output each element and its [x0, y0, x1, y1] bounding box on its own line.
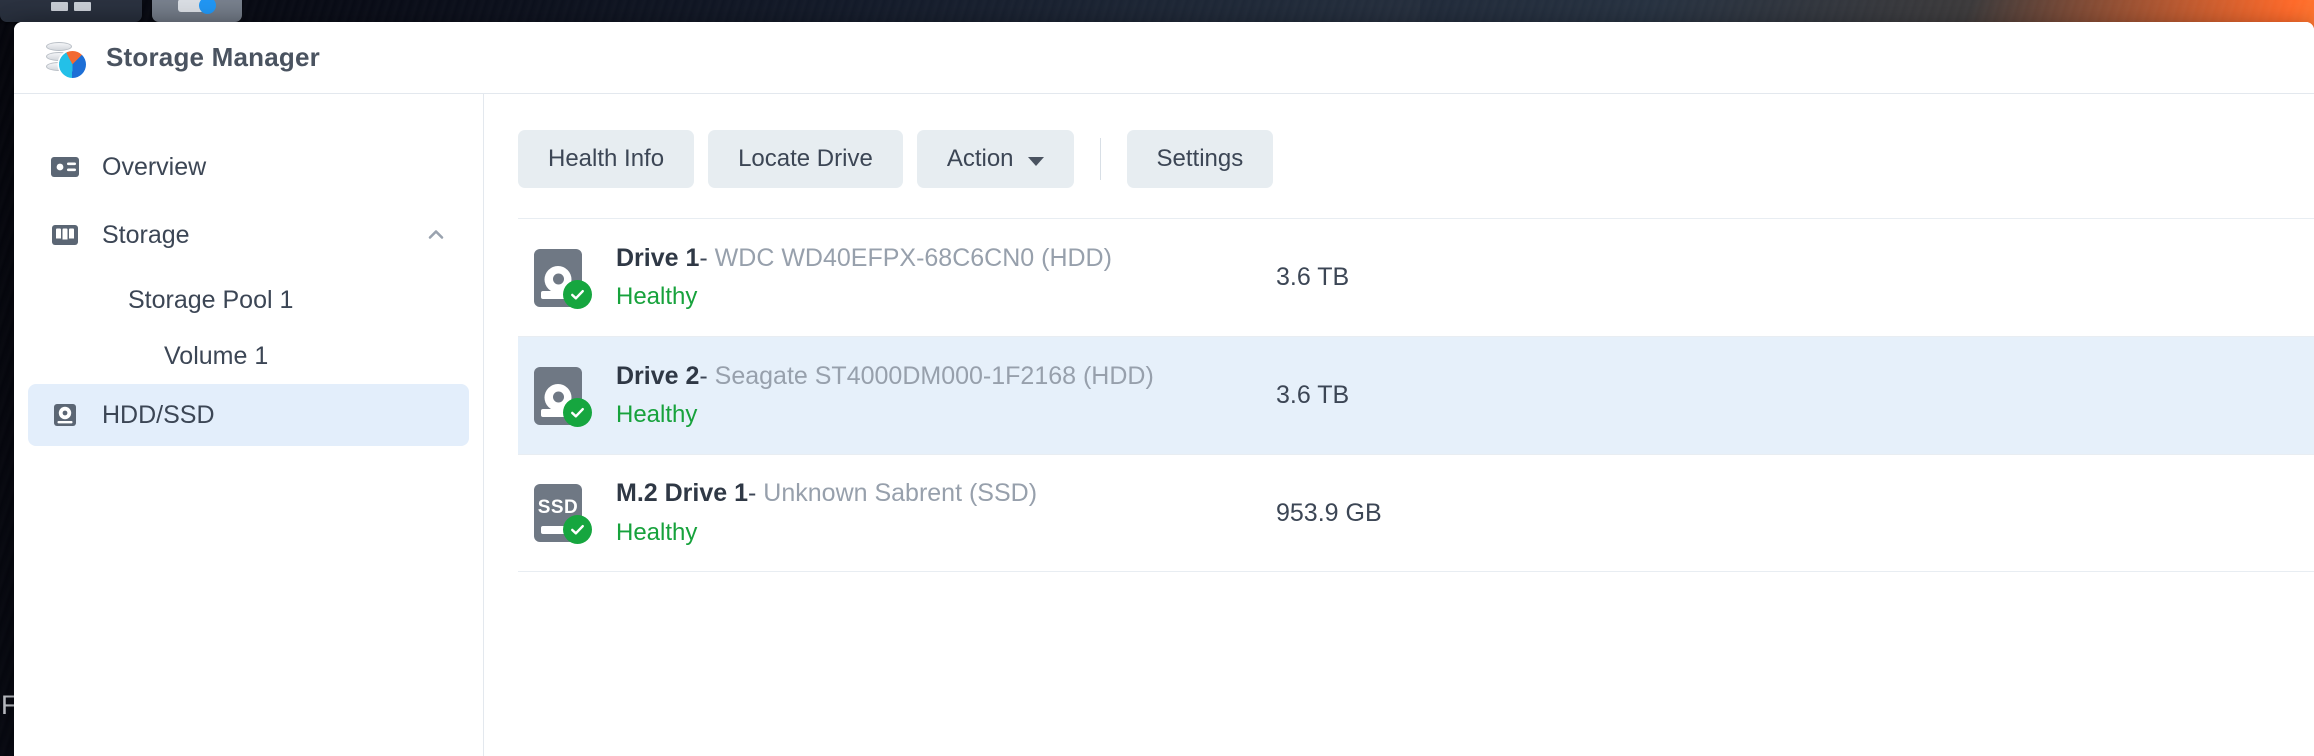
drive-title: M.2 Drive 1- Unknown Sabrent (SSD) — [616, 479, 1037, 507]
table-row[interactable]: Drive 1- WDC WD40EFPX-68C6CN0 (HDD) Heal… — [518, 218, 2314, 336]
drive-name: Drive 1 — [616, 243, 700, 272]
sidebar-subitem-label: Storage Pool 1 — [128, 285, 294, 314]
table-row[interactable]: Drive 2- Seagate ST4000DM000-1F2168 (HDD… — [518, 336, 2314, 454]
drive-separator: - — [699, 243, 708, 272]
storage-manager-tile-icon — [178, 0, 216, 14]
drive-info: M.2 Drive 1- Unknown Sabrent (SSD) Healt… — [616, 478, 1276, 547]
sidebar-item-label: HDD/SSD — [102, 400, 215, 429]
health-info-button[interactable]: Health Info — [518, 130, 695, 188]
drive-capacity: 3.6 TB — [1276, 381, 1350, 409]
status-badge-text: Healthy — [616, 283, 698, 311]
storage-manager-icon — [44, 37, 86, 79]
overview-card-icon — [48, 150, 82, 184]
window-tile-icon — [51, 1, 91, 11]
ssd-drive-icon: SSD — [534, 482, 592, 544]
toolbar-divider — [1099, 138, 1101, 180]
main-content: Health Info Locate Drive Action Settings — [484, 94, 2314, 756]
drive-info: Drive 2- Seagate ST4000DM000-1F2168 (HDD… — [616, 361, 1276, 430]
sidebar-item-storage-pool-1[interactable]: Storage Pool 1 — [14, 272, 483, 328]
drive-capacity: 3.6 TB — [1276, 263, 1350, 291]
settings-button[interactable]: Settings — [1126, 130, 1274, 188]
chevron-up-icon[interactable] — [423, 222, 449, 248]
drive-model: Seagate ST4000DM000-1F2168 (HDD) — [714, 361, 1154, 390]
sidebar-item-overview[interactable]: Overview — [28, 136, 469, 198]
storage-columns-icon — [48, 218, 82, 252]
sidebar-item-label: Storage — [102, 220, 190, 249]
drive-capacity: 953.9 GB — [1276, 498, 1382, 527]
drive-title: Drive 2- Seagate ST4000DM000-1F2168 (HDD… — [616, 362, 1154, 390]
sidebar-item-volume-1[interactable]: Volume 1 — [14, 328, 483, 384]
screen: F Storage Manager Overview Storage Stora… — [0, 0, 2314, 756]
locate-drive-button[interactable]: Locate Drive — [708, 130, 903, 188]
storage-manager-window: Storage Manager Overview Storage Storage… — [14, 22, 2314, 756]
drive-info: Drive 1- WDC WD40EFPX-68C6CN0 (HDD) Heal… — [616, 243, 1276, 312]
window-body: Overview Storage Storage Pool 1 Volume 1… — [14, 94, 2314, 756]
drive-separator: - — [748, 479, 757, 508]
hdd-drive-icon — [534, 365, 592, 427]
status-badge-text: Healthy — [616, 401, 698, 429]
sidebar-item-label: Overview — [102, 152, 207, 181]
sidebar: Overview Storage Storage Pool 1 Volume 1… — [14, 94, 484, 756]
drive-model: Unknown Sabrent (SSD) — [763, 479, 1038, 508]
drive-title: Drive 1- WDC WD40EFPX-68C6CN0 (HDD) — [616, 244, 1112, 272]
table-row[interactable]: SSD M.2 Drive 1- Unknown Sabrent (SSD) H… — [518, 454, 2314, 572]
drive-model: WDC WD40EFPX-68C6CN0 (HDD) — [714, 243, 1112, 272]
caret-down-icon — [1027, 156, 1044, 166]
sidebar-item-hdd-ssd[interactable]: HDD/SSD — [28, 384, 469, 446]
drive-name: Drive 2 — [616, 361, 700, 390]
drive-name: M.2 Drive 1 — [616, 479, 749, 508]
sidebar-subitem-label: Volume 1 — [164, 341, 269, 370]
toolbar: Health Info Locate Drive Action Settings — [518, 130, 2314, 218]
drive-separator: - — [699, 361, 708, 390]
page-title: Storage Manager — [106, 42, 320, 72]
hdd-disk-icon — [48, 398, 82, 432]
taskbar-tile-window[interactable] — [0, 0, 142, 22]
taskbar — [0, 0, 2314, 22]
action-button-label: Action — [946, 145, 1014, 172]
status-badge-text: Healthy — [616, 518, 698, 546]
action-dropdown-button[interactable]: Action — [916, 130, 1074, 188]
healthy-check-icon — [563, 397, 592, 427]
taskbar-tile-storage-manager[interactable] — [152, 0, 242, 22]
drive-list: Drive 1- WDC WD40EFPX-68C6CN0 (HDD) Heal… — [518, 218, 2314, 572]
window-titlebar: Storage Manager — [14, 22, 2314, 94]
hdd-drive-icon — [534, 247, 592, 309]
sidebar-item-storage[interactable]: Storage — [28, 204, 469, 266]
healthy-check-icon — [563, 279, 592, 309]
healthy-check-icon — [563, 515, 592, 544]
